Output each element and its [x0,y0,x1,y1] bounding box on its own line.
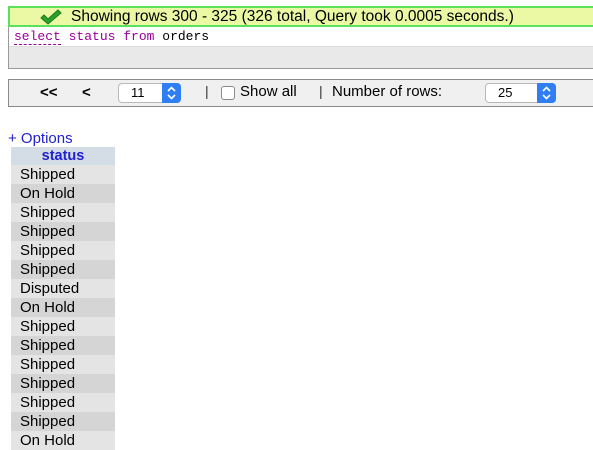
previous-page-button[interactable]: < [82,84,91,101]
status-cell: On Hold [11,298,115,317]
check-icon [40,8,62,25]
status-cell: Shipped [11,336,115,355]
success-banner: Showing rows 300 - 325 (326 total, Query… [8,6,593,27]
table-row[interactable]: Shipped [11,241,115,260]
table-row[interactable]: Disputed [11,279,115,298]
page-select[interactable]: 11 [118,83,181,103]
options-toggle-link[interactable]: + Options [8,130,73,147]
status-cell: On Hold [11,431,115,450]
table-row[interactable]: On Hold [11,298,115,317]
status-cell: Shipped [11,317,115,336]
separator: | [319,83,323,99]
separator: | [205,83,209,99]
status-cell: Shipped [11,374,115,393]
sql-query-box: select status from orders [8,27,593,69]
sql-table-name: orders [162,29,210,44]
table-row[interactable]: Shipped [11,412,115,431]
show-all-label[interactable]: Show all [240,83,297,100]
rows-per-page-value: 25 [498,85,513,100]
query-status-message: Showing rows 300 - 325 (326 total, Query… [71,7,514,25]
results-table: status Shipped On Hold Shipped Shipped Shipp… [11,147,115,450]
column-header-status[interactable]: status [11,147,115,165]
status-cell: Shipped [11,203,115,222]
status-cell: Shipped [11,393,115,412]
select-arrows-icon [162,83,181,103]
show-all-checkbox[interactable] [221,86,235,100]
status-cell: Shipped [11,241,115,260]
table-row[interactable]: Shipped [11,260,115,279]
table-row[interactable]: Shipped [11,393,115,412]
table-row[interactable]: On Hold [11,431,115,450]
status-cell: Shipped [11,412,115,431]
sql-query-line[interactable]: select status from orders [9,27,593,47]
number-of-rows-label: Number of rows: [332,83,443,100]
status-cell: Disputed [11,279,115,298]
status-cell: Shipped [11,222,115,241]
status-cell: Shipped [11,165,115,184]
status-cell: On Hold [11,184,115,203]
page-select-value: 11 [131,85,145,100]
table-row[interactable]: On Hold [11,184,115,203]
sql-column-name: status [68,29,116,44]
table-row[interactable]: Shipped [11,336,115,355]
select-arrows-icon [537,83,556,103]
first-page-button[interactable]: << [40,84,58,101]
table-row[interactable]: Shipped [11,165,115,184]
table-row[interactable]: Shipped [11,355,115,374]
sql-keyword-select[interactable]: select [14,29,61,45]
table-row[interactable]: Shipped [11,317,115,336]
sql-keyword-from: from [123,29,155,44]
status-cell: Shipped [11,260,115,279]
table-row[interactable]: Shipped [11,203,115,222]
table-row[interactable]: Shipped [11,222,115,241]
status-cell: Shipped [11,355,115,374]
navigation-bar: << < 11 | Show all | Number of rows: 25 [8,79,593,107]
rows-per-page-select[interactable]: 25 [485,83,556,103]
table-row[interactable]: Shipped [11,374,115,393]
